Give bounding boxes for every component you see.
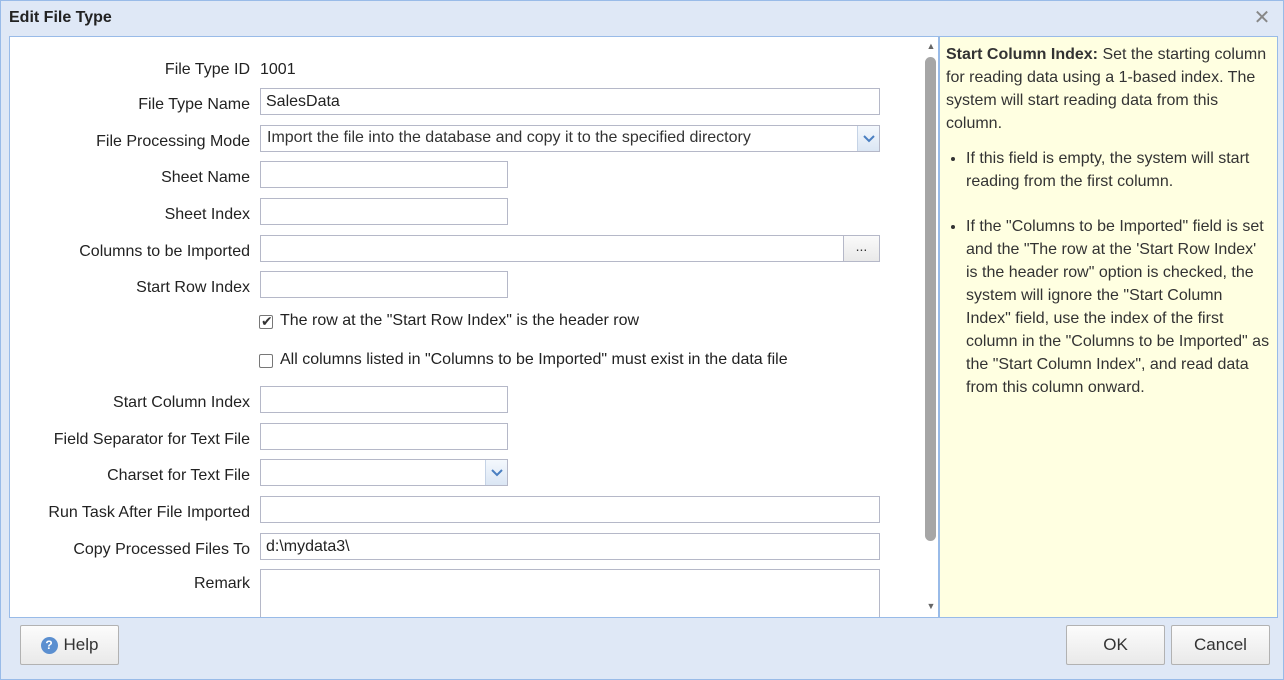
browse-columns-button[interactable]: ...: [843, 236, 879, 261]
all-columns-exist-checkbox[interactable]: [259, 354, 273, 368]
form-panel: File Type ID 1001 File Type Name File Pr…: [9, 36, 939, 618]
start-row-index-label-wrap: Start Row Index: [10, 275, 250, 303]
file-type-name-label-wrap: File Type Name: [10, 92, 250, 120]
remark-label-wrap: Remark: [10, 571, 250, 599]
run-task-label-wrap: Run Task After File Imported: [10, 500, 250, 528]
file-type-id-label-wrap: File Type ID: [10, 57, 250, 85]
chevron-down-icon[interactable]: [857, 126, 879, 151]
charset-label: Charset for Text File: [107, 467, 250, 484]
run-task-input[interactable]: [260, 496, 880, 523]
run-task-label: Run Task After File Imported: [48, 504, 250, 521]
chevron-down-icon[interactable]: [485, 460, 507, 485]
header-row-checkbox-label[interactable]: The row at the "Start Row Index" is the …: [280, 312, 639, 330]
header-row-checkbox[interactable]: ✔: [259, 313, 273, 329]
cancel-button-label: Cancel: [1194, 635, 1247, 654]
help-button[interactable]: ? Help: [20, 625, 119, 665]
columns-to-import-field[interactable]: ...: [260, 235, 880, 262]
scroll-up-icon[interactable]: ▲: [926, 41, 936, 51]
sheet-index-label: Sheet Index: [164, 206, 250, 223]
copy-processed-input[interactable]: [260, 533, 880, 560]
help-panel: Start Column Index: Set the starting col…: [939, 36, 1278, 618]
field-separator-label-wrap: Field Separator for Text File: [10, 427, 250, 455]
file-processing-mode-label: File Processing Mode: [96, 133, 250, 150]
start-row-index-label: Start Row Index: [136, 279, 250, 296]
scroll-down-icon[interactable]: ▼: [926, 601, 936, 611]
file-processing-mode-select[interactable]: Import the file into the database and co…: [260, 125, 880, 152]
sheet-index-input[interactable]: [260, 198, 508, 225]
charset-select[interactable]: [260, 459, 508, 486]
sheet-index-label-wrap: Sheet Index: [10, 202, 250, 230]
help-intro: Start Column Index: Set the starting col…: [946, 43, 1271, 135]
start-column-index-label-wrap: Start Column Index: [10, 390, 250, 418]
dialog-titlebar: Edit File Type ✕: [1, 1, 1283, 36]
file-type-name-label: File Type Name: [138, 96, 250, 113]
file-processing-mode-value: Import the file into the database and co…: [267, 129, 751, 146]
help-bullets: If this field is empty, the system will …: [946, 147, 1271, 399]
start-row-index-input[interactable]: [260, 271, 508, 298]
copy-processed-label-wrap: Copy Processed Files To: [10, 537, 250, 565]
sheet-name-label: Sheet Name: [161, 169, 250, 186]
sheet-name-label-wrap: Sheet Name: [10, 165, 250, 193]
help-title: Start Column Index:: [946, 46, 1099, 63]
dialog-title: Edit File Type: [9, 9, 112, 26]
all-columns-exist-checkbox-label[interactable]: All columns listed in "Columns to be Imp…: [280, 351, 788, 369]
start-column-index-input[interactable]: [260, 386, 508, 413]
cancel-button[interactable]: Cancel: [1171, 625, 1270, 665]
checkmark-icon: ✔: [261, 313, 273, 329]
sheet-name-input[interactable]: [260, 161, 508, 188]
remark-label: Remark: [193, 575, 250, 592]
form-scrollbar[interactable]: ▲ ▼: [924, 37, 938, 617]
start-column-index-label: Start Column Index: [113, 394, 250, 411]
charset-label-wrap: Charset for Text File: [10, 463, 250, 491]
columns-to-import-label: Columns to be Imported: [79, 243, 250, 260]
help-bullet: If this field is empty, the system will …: [966, 147, 1271, 193]
file-type-id-label: File Type ID: [164, 61, 250, 78]
remark-textarea[interactable]: [260, 569, 880, 617]
scroll-thumb[interactable]: [925, 57, 936, 541]
dialog-footer: ? Help OK Cancel: [1, 618, 1283, 680]
file-type-name-input[interactable]: [260, 88, 880, 115]
field-separator-input[interactable]: [260, 423, 508, 450]
edit-file-type-dialog: Edit File Type ✕ File Type ID 1001 File …: [0, 0, 1284, 680]
columns-to-import-label-wrap: Columns to be Imported: [10, 239, 250, 267]
ok-button-label: OK: [1103, 635, 1128, 654]
file-processing-mode-label-wrap: File Processing Mode: [10, 129, 250, 157]
file-type-id-value: 1001: [260, 61, 296, 78]
ok-button[interactable]: OK: [1066, 625, 1165, 665]
help-bullet: If the "Columns to be Imported" field is…: [966, 215, 1271, 399]
help-circle-icon: ?: [40, 636, 58, 654]
help-button-label: Help: [63, 635, 99, 654]
copy-processed-label: Copy Processed Files To: [73, 541, 250, 558]
close-icon[interactable]: ✕: [1251, 7, 1273, 29]
field-separator-label: Field Separator for Text File: [53, 431, 250, 448]
